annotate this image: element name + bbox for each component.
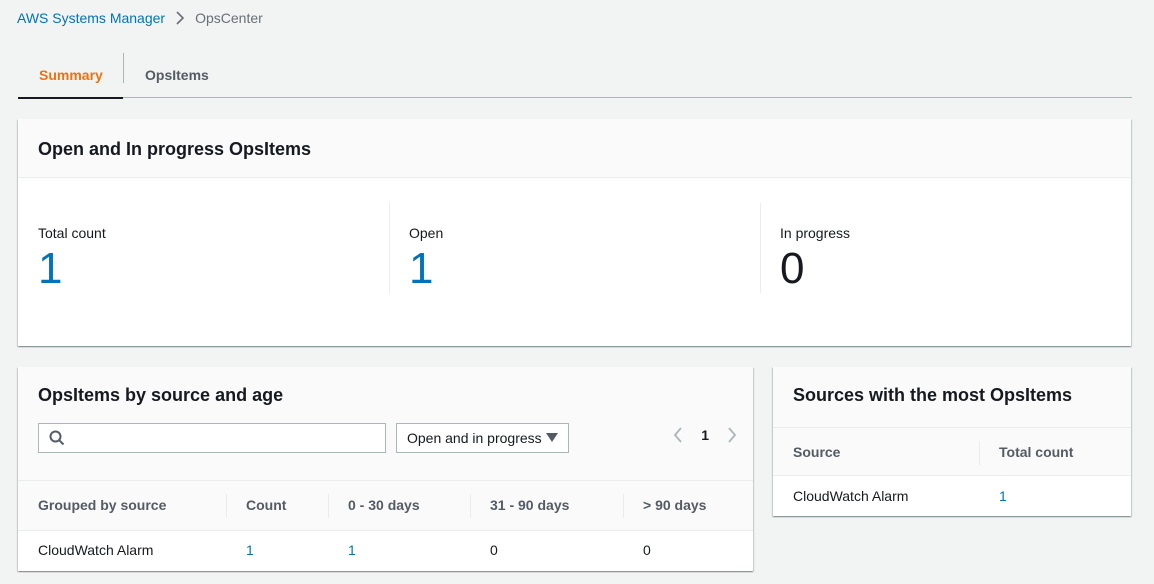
row-0-30-link[interactable]: 1 bbox=[348, 542, 356, 558]
panel-header: OpsItems by source and age Open and in p… bbox=[18, 367, 753, 481]
search-field[interactable] bbox=[38, 423, 386, 453]
row-31-90-value: 0 bbox=[490, 542, 498, 559]
panel-title: Sources with the most OpsItems bbox=[773, 367, 1131, 427]
table-header-row: Grouped by source Count 0 - 30 days 31 -… bbox=[18, 481, 753, 530]
breadcrumb: AWS Systems Manager OpsCenter bbox=[17, 10, 263, 26]
pagination: 1 bbox=[673, 427, 737, 443]
search-input[interactable] bbox=[71, 430, 385, 446]
chevron-right-icon[interactable] bbox=[727, 427, 737, 443]
row-over-90-value: 0 bbox=[643, 542, 651, 559]
status-filter-value: Open and in progress bbox=[407, 430, 542, 446]
chevron-right-icon bbox=[175, 11, 185, 25]
caret-down-icon bbox=[545, 433, 558, 443]
col-0-30-days: 0 - 30 days bbox=[328, 481, 470, 530]
in-progress-count-stat: In progress 0 bbox=[760, 203, 1131, 293]
col-total-count: Total count bbox=[979, 427, 1131, 476]
counts-row: Total count 1 Open 1 In progress 0 bbox=[18, 178, 1131, 293]
panel-title: OpsItems by source and age bbox=[38, 385, 284, 405]
stat-label: Total count bbox=[38, 225, 106, 241]
tab-summary[interactable]: Summary bbox=[18, 52, 123, 99]
col-grouped-by-source: Grouped by source bbox=[18, 481, 226, 530]
col-count: Count bbox=[226, 481, 328, 530]
current-page[interactable]: 1 bbox=[701, 427, 709, 443]
total-count-stat: Total count 1 bbox=[18, 203, 389, 293]
in-progress-count-value: 0 bbox=[780, 244, 805, 293]
table-header-row: Source Total count bbox=[773, 427, 1131, 476]
open-count-link[interactable]: 1 bbox=[409, 247, 760, 291]
col-31-90-days: 31 - 90 days bbox=[470, 481, 623, 530]
status-filter-select[interactable]: Open and in progress bbox=[396, 423, 569, 453]
stat-label: In progress bbox=[780, 225, 851, 241]
breadcrumb-opscenter: OpsCenter bbox=[195, 10, 263, 26]
row-source: CloudWatch Alarm bbox=[38, 542, 154, 559]
open-inprogress-panel: Open and In progress OpsItems Total coun… bbox=[18, 119, 1131, 346]
chevron-left-icon[interactable] bbox=[673, 427, 683, 443]
row-source: CloudWatch Alarm bbox=[793, 487, 909, 504]
row-count-link[interactable]: 1 bbox=[246, 542, 254, 558]
top-sources-panel: Sources with the most OpsItems Source To… bbox=[773, 367, 1131, 516]
search-icon bbox=[49, 430, 65, 446]
source-age-panel: OpsItems by source and age Open and in p… bbox=[18, 367, 753, 571]
filter-row: Open and in progress 1 bbox=[18, 423, 753, 453]
breadcrumb-systems-manager[interactable]: AWS Systems Manager bbox=[17, 10, 165, 26]
col-over-90-days: > 90 days bbox=[623, 481, 753, 530]
table-row: CloudWatch Alarm 1 1 0 0 bbox=[18, 530, 753, 570]
source-age-table: Grouped by source Count 0 - 30 days 31 -… bbox=[18, 481, 753, 570]
col-source: Source bbox=[773, 427, 979, 476]
stat-label: Open bbox=[409, 225, 444, 241]
tab-bar: Summary OpsItems bbox=[18, 52, 1132, 99]
row-total-link[interactable]: 1 bbox=[999, 488, 1007, 504]
tab-opsitems[interactable]: OpsItems bbox=[124, 52, 230, 97]
total-count-link[interactable]: 1 bbox=[38, 247, 389, 291]
open-count-stat: Open 1 bbox=[389, 203, 760, 293]
panel-title: Open and In progress OpsItems bbox=[18, 119, 1131, 178]
top-sources-table: Source Total count CloudWatch Alarm 1 bbox=[773, 427, 1131, 516]
table-row: CloudWatch Alarm 1 bbox=[773, 476, 1131, 516]
